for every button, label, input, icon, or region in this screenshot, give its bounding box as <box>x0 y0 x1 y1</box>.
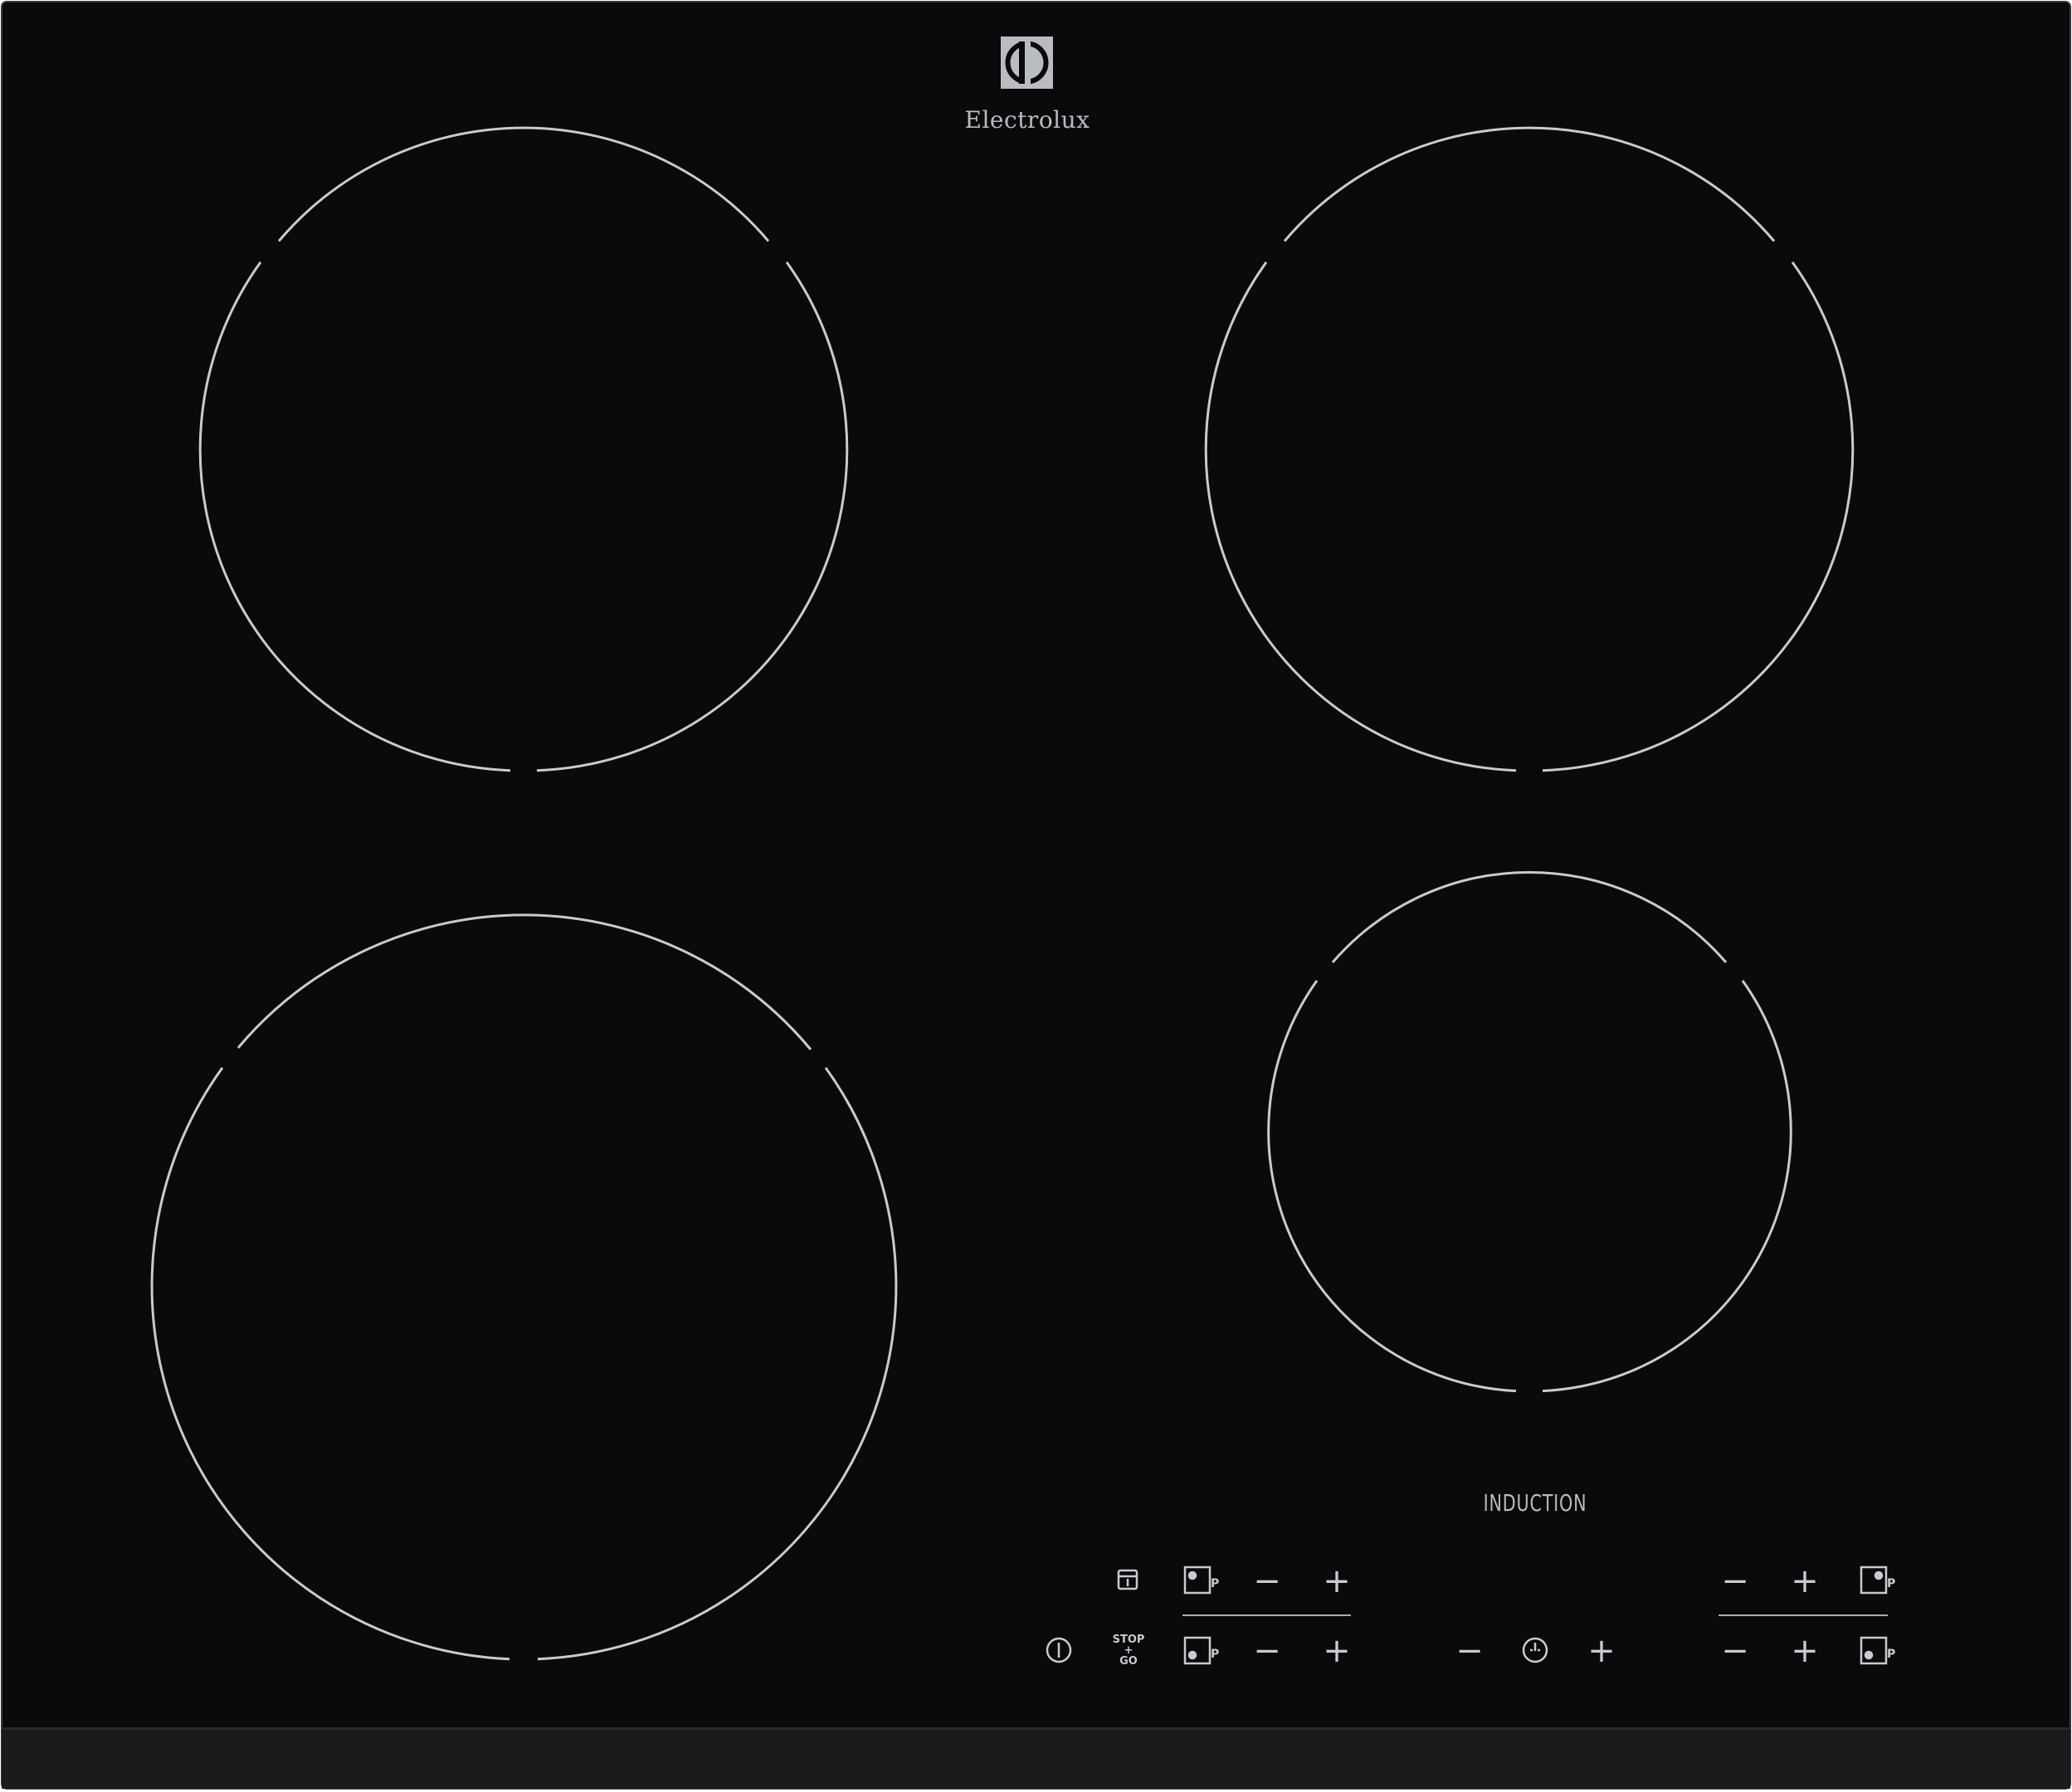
pause-letter-icon: P <box>1211 1648 1219 1661</box>
induction-label: INDUCTION <box>1483 1489 1587 1517</box>
stop-go-button[interactable]: STOP + GO <box>1109 1634 1148 1667</box>
plus-button[interactable]: + <box>1788 1565 1821 1598</box>
minus-button[interactable]: − <box>1719 1634 1752 1668</box>
pause-letter-icon: P <box>1887 1577 1895 1590</box>
brand-block: Electrolux <box>961 35 1094 134</box>
control-divider <box>1719 1614 1888 1616</box>
stop-go-label: GO <box>1119 1655 1138 1668</box>
minus-button[interactable]: − <box>1251 1634 1284 1668</box>
timer-plus-button[interactable]: + <box>1585 1634 1618 1668</box>
pause-letter-icon: P <box>1887 1648 1895 1661</box>
plus-button[interactable]: + <box>1320 1634 1353 1668</box>
plus-button[interactable]: + <box>1788 1634 1821 1668</box>
plus-button[interactable]: + <box>1320 1565 1353 1598</box>
pause-letter-icon: P <box>1211 1577 1219 1590</box>
control-divider <box>1182 1614 1351 1616</box>
cooktop: P P P P <box>1 1 2071 1790</box>
timer-minus-button[interactable]: − <box>1453 1634 1486 1668</box>
minus-button[interactable]: − <box>1251 1565 1284 1598</box>
minus-button[interactable]: − <box>1719 1565 1752 1598</box>
brand-name: Electrolux <box>964 106 1090 134</box>
